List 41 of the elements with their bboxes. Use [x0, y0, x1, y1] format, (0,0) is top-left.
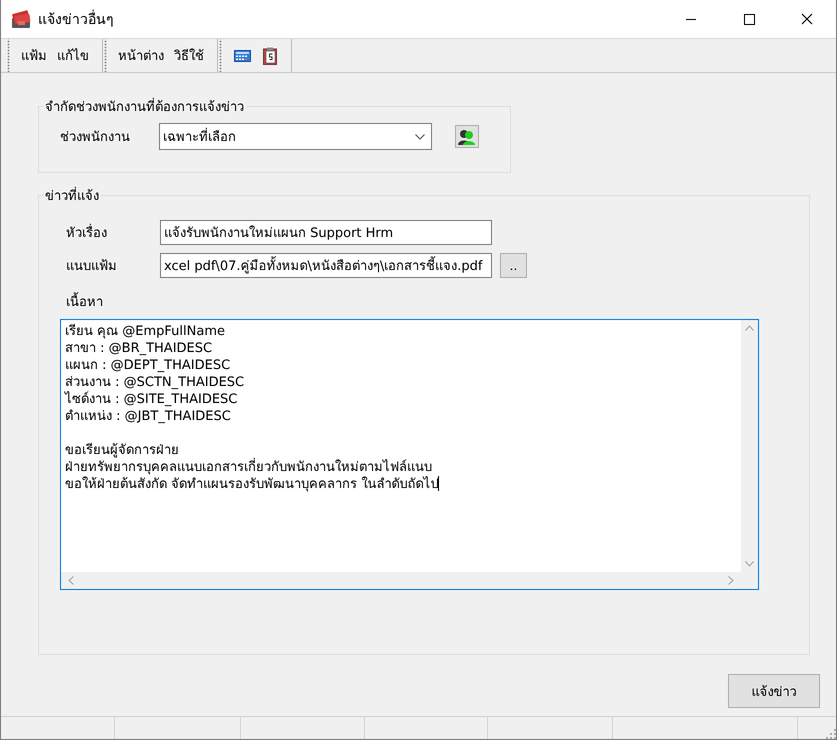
- browse-button[interactable]: ..: [500, 253, 527, 278]
- calculator-icon[interactable]: [234, 50, 251, 62]
- attachment-field[interactable]: xcel pdf\07.คู่มือทั้งหมด\หนังสือต่างๆ\เอกสารชี้แจง.pdf: [160, 253, 492, 278]
- maximize-icon: [743, 13, 755, 25]
- send-button[interactable]: แจ้งข่าว: [728, 674, 820, 708]
- range-dropdown[interactable]: เฉพาะที่เลือก: [159, 123, 432, 150]
- close-icon: [801, 13, 813, 25]
- content-line: ไซด์งาน : @SITE_THAIDESC: [65, 392, 238, 407]
- field-label: แนบแฟ้ม: [66, 258, 118, 276]
- group-title: ข่าวที่แจ้ง: [43, 185, 101, 206]
- content-field[interactable]: [60, 319, 759, 590]
- scroll-left-icon[interactable]: [68, 576, 74, 585]
- menu-item[interactable]: หน้าต่าง: [113, 45, 169, 66]
- content-line: ส่วนงาน : @SCTN_THAIDESC: [65, 375, 244, 390]
- content-line: ขอให้ฝ่ายต้นสังกัด จัดทำแผนรองรับพัฒนาบุคคลากร ในลำดับถัดไป: [65, 477, 438, 492]
- field-label: ช่วงพนักงาน: [60, 129, 131, 147]
- scroll-up-icon[interactable]: [745, 325, 754, 331]
- clipboard-icon[interactable]: [263, 46, 277, 64]
- content-line: ขอเรียนผู้จัดการฝ่าย: [65, 443, 179, 458]
- content-line: เรียน คุณ @EmpFullName: [65, 324, 225, 339]
- group-title: จำกัดช่วงพนักงานที่ต้องการแจ้งข่าว: [43, 96, 246, 117]
- content-line: ตำแหน่ง : @JBT_THAIDESC: [65, 409, 231, 424]
- scroll-down-icon[interactable]: [745, 561, 754, 567]
- subject-field[interactable]: แจ้งรับพนักงานใหม่แผนก Support Hrm: [160, 220, 492, 245]
- scroll-right-icon[interactable]: [728, 576, 734, 585]
- menu-item[interactable]: วิธีใช้: [169, 45, 209, 66]
- content-line: สาขา : @BR_THAIDESC: [65, 341, 212, 356]
- content-line: แผนก : @DEPT_THAIDESC: [65, 358, 230, 373]
- dropdown-value: เฉพาะที่เลือก: [163, 126, 236, 147]
- menu-item[interactable]: แก้ไข: [52, 45, 94, 66]
- text-caret: [438, 476, 440, 491]
- resize-grip-icon[interactable]: [826, 729, 836, 739]
- employee-picker-button[interactable]: [455, 125, 479, 148]
- field-label: เนื้อหา: [66, 291, 103, 312]
- field-label: หัวเรื่อง: [66, 222, 160, 243]
- content-line: ฝ่ายทรัพยากรบุคคลแนบเอกสารเกี่ยวกับพนักงานใหม่ตามไฟล์แนบ: [65, 460, 432, 475]
- cards-icon: [10, 9, 32, 29]
- chevron-down-icon: [415, 134, 425, 140]
- menu-item[interactable]: แฟ้ม: [16, 45, 52, 66]
- people-icon: [458, 128, 476, 144]
- window-title: แจ้งข่าวอื่นๆ: [38, 8, 662, 30]
